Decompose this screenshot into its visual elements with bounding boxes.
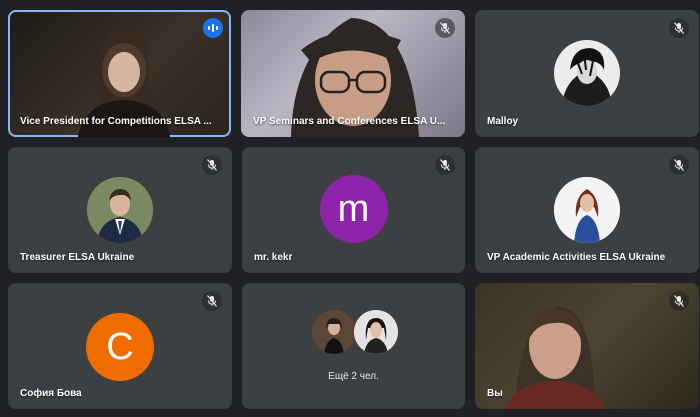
participant-tile-malloy[interactable]: Malloy (475, 10, 699, 137)
participant-name: Вы (487, 388, 503, 399)
participant-name: Vice President for Competitions ELSA ... (20, 116, 212, 127)
more-participants-tile[interactable]: Ещё 2 чел. (242, 283, 465, 409)
participant-name: VP Academic Activities ELSA Ukraine (487, 252, 666, 263)
speaking-indicator-icon (203, 18, 223, 38)
participant-tile-mr-kekr[interactable]: m mr. kekr (242, 147, 465, 273)
participant-name: mr. kekr (254, 252, 293, 263)
avatar (554, 40, 620, 106)
mic-off-icon (669, 18, 689, 38)
mic-off-icon (202, 155, 222, 175)
participant-tile-sofia-bova[interactable]: С София Бова (8, 283, 232, 409)
avatar-letter: С (86, 313, 154, 381)
avatar (312, 310, 356, 354)
participant-name: Treasurer ELSA Ukraine (20, 252, 135, 263)
participant-name: Malloy (487, 116, 519, 127)
mic-off-icon (435, 155, 455, 175)
participant-tile-vp-seminars[interactable]: VP Seminars and Conferences ELSA U... (241, 10, 465, 137)
participant-tile-vice-president[interactable]: Vice President for Competitions ELSA ... (8, 10, 231, 137)
participant-tile-vp-academic[interactable]: VP Academic Activities ELSA Ukraine (475, 147, 699, 273)
avatar (554, 177, 620, 243)
camera-feed-person (505, 306, 605, 409)
avatar-letter: m (319, 175, 388, 243)
participant-tile-self[interactable]: Вы (475, 283, 699, 409)
mic-off-icon (669, 155, 689, 175)
more-participants-label: Ещё 2 чел. (328, 371, 379, 382)
mic-off-icon (202, 291, 222, 311)
participant-name: София Бова (20, 388, 82, 399)
mic-off-icon (669, 291, 689, 311)
participant-tile-treasurer[interactable]: Treasurer ELSA Ukraine (8, 147, 232, 273)
participant-name: VP Seminars and Conferences ELSA U... (253, 116, 446, 127)
avatar (87, 177, 153, 243)
mic-off-icon (435, 18, 455, 38)
avatar (354, 310, 398, 354)
